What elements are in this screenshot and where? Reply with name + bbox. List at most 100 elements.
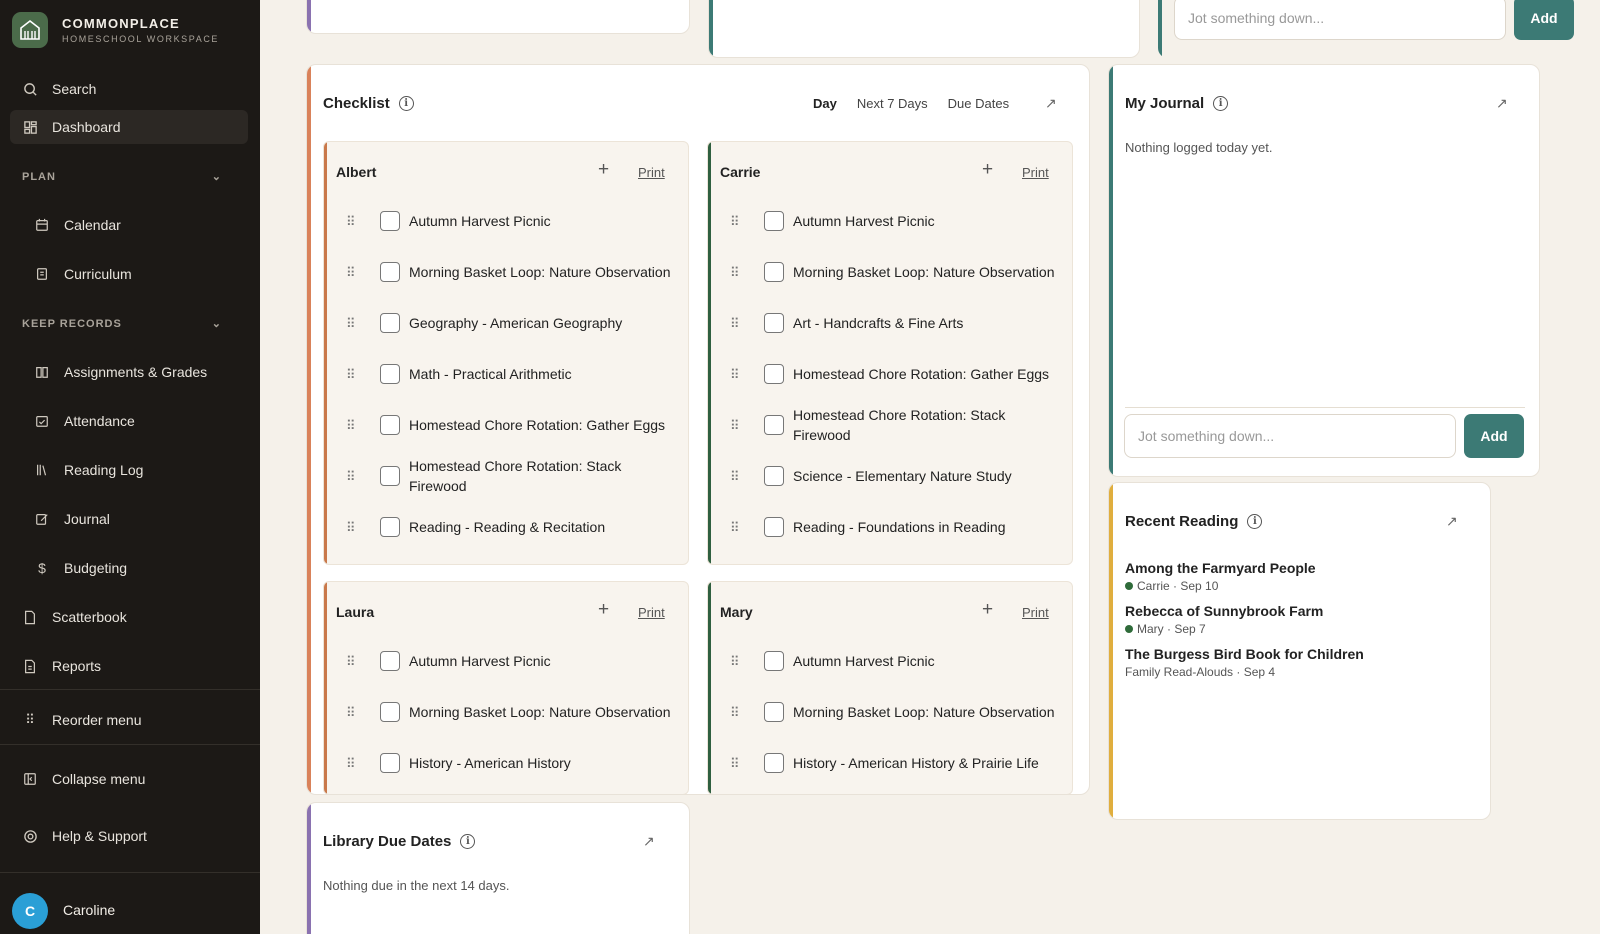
- top-add-button[interactable]: Add: [1514, 0, 1574, 40]
- drag-handle-icon[interactable]: ⠿: [346, 368, 356, 381]
- task-checkbox[interactable]: [380, 517, 400, 537]
- add-task-icon[interactable]: +: [598, 159, 609, 181]
- journal-jot-input[interactable]: Jot something down...: [1124, 414, 1456, 458]
- print-link[interactable]: Print: [638, 165, 665, 180]
- nav-collapse-menu[interactable]: Collapse menu: [10, 762, 248, 796]
- task-checkbox[interactable]: [764, 651, 784, 671]
- print-link[interactable]: Print: [638, 605, 665, 620]
- checklist-task[interactable]: ⠿ Morning Basket Loop: Nature Observation: [730, 247, 1066, 297]
- task-checkbox[interactable]: [380, 211, 400, 231]
- drag-handle-icon[interactable]: ⠿: [730, 317, 740, 330]
- task-checkbox[interactable]: [764, 466, 784, 486]
- checklist-task[interactable]: ⠿ History - American History: [346, 738, 682, 788]
- drag-handle-icon[interactable]: ⠿: [730, 215, 740, 228]
- drag-handle-icon[interactable]: ⠿: [346, 470, 356, 483]
- checklist-task[interactable]: ⠿ Art - Handcrafts & Fine Arts: [730, 298, 1066, 348]
- add-task-icon[interactable]: +: [598, 599, 609, 621]
- print-link[interactable]: Print: [1022, 165, 1049, 180]
- nav-search[interactable]: Search: [10, 72, 248, 106]
- expand-icon[interactable]: ↗: [643, 833, 655, 850]
- task-checkbox[interactable]: [764, 753, 784, 773]
- expand-icon[interactable]: ↗: [1496, 95, 1508, 112]
- nav-reading-log[interactable]: Reading Log: [10, 453, 248, 487]
- tab-day[interactable]: Day: [813, 96, 837, 111]
- drag-handle-icon[interactable]: ⠿: [346, 419, 356, 432]
- checklist-task[interactable]: ⠿ Autumn Harvest Picnic: [730, 636, 1066, 686]
- top-jot-input[interactable]: Jot something down...: [1174, 0, 1506, 40]
- drag-handle-icon[interactable]: ⠿: [346, 215, 356, 228]
- tab-next-7-days[interactable]: Next 7 Days: [857, 96, 928, 111]
- task-checkbox[interactable]: [380, 262, 400, 282]
- drag-handle-icon[interactable]: ⠿: [346, 317, 356, 330]
- nav-attendance[interactable]: Attendance: [10, 404, 248, 438]
- task-checkbox[interactable]: [764, 262, 784, 282]
- drag-handle-icon[interactable]: ⠿: [346, 266, 356, 279]
- tab-due-dates[interactable]: Due Dates: [948, 96, 1009, 111]
- nav-curriculum[interactable]: Curriculum: [10, 257, 248, 291]
- checklist-task[interactable]: ⠿ History - American History & Prairie Li…: [730, 738, 1066, 788]
- add-task-icon[interactable]: +: [982, 599, 993, 621]
- drag-handle-icon[interactable]: ⠿: [730, 470, 740, 483]
- checklist-task[interactable]: ⠿ Homestead Chore Rotation: Gather Eggs: [730, 349, 1066, 399]
- journal-add-button[interactable]: Add: [1464, 414, 1524, 458]
- task-checkbox[interactable]: [380, 753, 400, 773]
- info-icon[interactable]: i: [1247, 514, 1263, 529]
- nav-reports[interactable]: Reports: [10, 649, 248, 683]
- checklist-task[interactable]: ⠿ Math - Practical Arithmetic: [346, 349, 682, 399]
- checklist-task[interactable]: ⠿ Geography - American Geography: [346, 298, 682, 348]
- drag-handle-icon[interactable]: ⠿: [346, 655, 356, 668]
- reading-entry[interactable]: Among the Farmyard People Carrie · Sep 10: [1125, 560, 1364, 593]
- task-checkbox[interactable]: [380, 702, 400, 722]
- checklist-task[interactable]: ⠿ Reading - Foundations in Reading: [730, 502, 1066, 552]
- task-checkbox[interactable]: [379, 466, 400, 486]
- checklist-task[interactable]: ⠿ Morning Basket Loop: Nature Observation: [346, 247, 682, 297]
- expand-icon[interactable]: ↗: [1446, 513, 1458, 530]
- expand-icon[interactable]: ↗: [1045, 95, 1057, 112]
- avatar[interactable]: C: [12, 893, 48, 929]
- section-records-toggle[interactable]: KEEP RECORDS ⌄: [22, 317, 222, 331]
- drag-handle-icon[interactable]: ⠿: [730, 706, 740, 719]
- drag-handle-icon[interactable]: ⠿: [346, 521, 356, 534]
- nav-help-support[interactable]: Help & Support: [10, 819, 248, 853]
- checklist-task[interactable]: ⠿ Homestead Chore Rotation: Stack Firewoo…: [346, 451, 682, 501]
- print-link[interactable]: Print: [1022, 605, 1049, 620]
- reading-entry[interactable]: Rebecca of Sunnybrook Farm Mary · Sep 7: [1125, 603, 1364, 636]
- nav-calendar[interactable]: Calendar: [10, 208, 248, 242]
- checklist-task[interactable]: ⠿ Reading - Reading & Recitation: [346, 502, 682, 552]
- drag-handle-icon[interactable]: ⠿: [346, 706, 356, 719]
- user-name[interactable]: Caroline: [63, 902, 115, 918]
- checklist-task[interactable]: ⠿ Science - Elementary Nature Study: [730, 451, 1066, 501]
- task-checkbox[interactable]: [380, 313, 400, 333]
- brand[interactable]: COMMONPLACE HOMESCHOOL WORKSPACE: [12, 12, 219, 48]
- drag-handle-icon[interactable]: ⠿: [730, 368, 740, 381]
- drag-handle-icon[interactable]: ⠿: [730, 757, 740, 770]
- task-checkbox[interactable]: [764, 517, 784, 537]
- task-checkbox[interactable]: [380, 415, 400, 435]
- checklist-task[interactable]: ⠿ Autumn Harvest Picnic: [346, 196, 682, 246]
- nav-assignments[interactable]: Assignments & Grades: [10, 355, 248, 389]
- drag-handle-icon[interactable]: ⠿: [730, 266, 740, 279]
- section-plan-toggle[interactable]: PLAN ⌄: [22, 170, 222, 184]
- add-task-icon[interactable]: +: [982, 159, 993, 181]
- nav-budgeting[interactable]: $ Budgeting: [10, 551, 248, 585]
- task-checkbox[interactable]: [764, 364, 784, 384]
- reading-entry[interactable]: The Burgess Bird Book for Children Family…: [1125, 646, 1364, 679]
- info-icon[interactable]: i: [1213, 96, 1229, 111]
- task-checkbox[interactable]: [380, 651, 400, 671]
- nav-dashboard[interactable]: Dashboard: [10, 110, 248, 144]
- task-checkbox[interactable]: [380, 364, 400, 384]
- drag-handle-icon[interactable]: ⠿: [346, 757, 356, 770]
- checklist-task[interactable]: ⠿ Autumn Harvest Picnic: [730, 196, 1066, 246]
- nav-reorder-menu[interactable]: ⠿ Reorder menu: [10, 703, 248, 737]
- checklist-task[interactable]: ⠿ Autumn Harvest Picnic: [346, 636, 682, 686]
- task-checkbox[interactable]: [764, 211, 784, 231]
- task-checkbox[interactable]: [764, 313, 784, 333]
- task-checkbox[interactable]: [763, 415, 784, 435]
- checklist-task[interactable]: ⠿ Morning Basket Loop: Nature Observation: [730, 687, 1066, 737]
- drag-handle-icon[interactable]: ⠿: [730, 521, 740, 534]
- nav-journal[interactable]: Journal: [10, 502, 248, 536]
- nav-scatterbook[interactable]: Scatterbook: [10, 600, 248, 634]
- checklist-task[interactable]: ⠿ Homestead Chore Rotation: Gather Eggs: [346, 400, 682, 450]
- info-icon[interactable]: i: [398, 96, 414, 111]
- checklist-task[interactable]: ⠿ Morning Basket Loop: Nature Observation: [346, 687, 682, 737]
